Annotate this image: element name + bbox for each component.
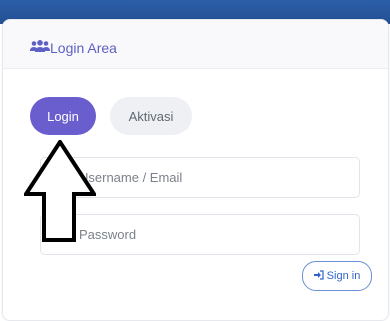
password-field[interactable]	[40, 214, 360, 255]
card-header: Login Area	[3, 20, 388, 69]
top-banner	[0, 0, 390, 24]
username-input[interactable]	[77, 158, 351, 197]
users-icon	[30, 39, 50, 52]
sign-in-button[interactable]: Sign in	[302, 261, 372, 291]
tab-login[interactable]: Login	[30, 97, 96, 135]
password-input[interactable]	[77, 215, 351, 254]
card-title: Login Area	[50, 40, 117, 56]
tab-aktivasi[interactable]: Aktivasi	[110, 97, 192, 135]
sign-in-label: Sign in	[326, 270, 361, 282]
sign-in-icon	[313, 269, 324, 283]
username-field[interactable]	[40, 157, 360, 198]
user-icon	[55, 169, 69, 185]
key-icon	[55, 226, 69, 242]
